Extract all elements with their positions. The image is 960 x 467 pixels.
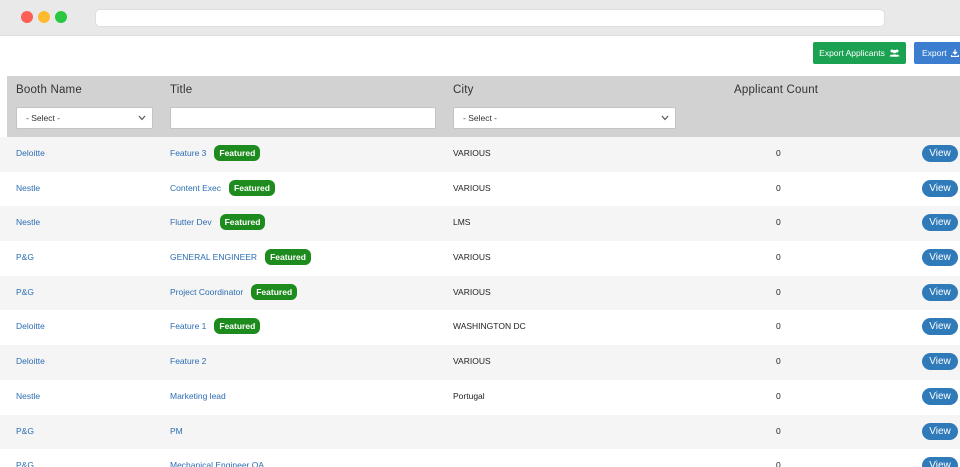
browser-chrome: [0, 0, 960, 36]
chevron-down-icon: [138, 115, 146, 121]
city-cell: WASHINGTON DC: [453, 321, 526, 332]
chevron-down-icon: [661, 115, 669, 121]
table-row: Nestle Content Exec Featured VARIOUS 0 View: [0, 171, 960, 207]
applicant-count-cell: 0: [776, 390, 781, 401]
city-filter-value: - Select -: [463, 113, 498, 123]
title-cell: Marketing lead: [170, 387, 226, 405]
maximize-window-icon[interactable]: [55, 11, 67, 23]
table-row: Deloitte Feature 2 VARIOUS 0 View: [0, 345, 960, 380]
title-cell: Feature 3 Featured: [170, 144, 261, 162]
applicant-count-cell: 0: [776, 425, 781, 436]
booth-name-link[interactable]: Nestle: [16, 391, 40, 401]
table-row: Deloitte Feature 3 Featured VARIOUS 0 View: [0, 137, 960, 172]
view-button[interactable]: View: [922, 283, 958, 301]
booth-filter-value: - Select -: [26, 113, 61, 123]
job-title-link[interactable]: PM: [170, 426, 183, 436]
booth-name-link[interactable]: P&G: [16, 252, 34, 262]
job-title-link[interactable]: Marketing lead: [170, 391, 226, 401]
featured-badge: Featured: [219, 214, 266, 231]
title-cell: PM: [170, 422, 183, 440]
applicant-count-cell: 0: [776, 182, 781, 193]
job-title-link[interactable]: Flutter Dev: [170, 217, 212, 227]
city-cell: VARIOUS: [453, 182, 491, 193]
featured-badge: Featured: [251, 283, 298, 300]
view-button[interactable]: View: [922, 387, 958, 405]
view-button[interactable]: View: [922, 318, 958, 336]
featured-badge: Featured: [265, 249, 311, 266]
booth-name-link[interactable]: Deloitte: [16, 321, 45, 331]
title-cell: Flutter Dev Featured: [170, 213, 266, 231]
table-row: Nestle Flutter Dev Featured LMS 0 View: [0, 206, 960, 242]
applicant-count-cell: 0: [776, 356, 781, 367]
title-cell: Feature 2: [170, 352, 206, 370]
job-title-link[interactable]: Mechanical Engineer QA: [170, 460, 264, 467]
job-title-link[interactable]: Project Coordinator: [170, 287, 243, 297]
job-title-link[interactable]: Content Exec: [170, 183, 221, 193]
export-applicants-button[interactable]: Export Applicants: [813, 42, 906, 64]
download-icon: [950, 49, 959, 57]
table-row: P&G Mechanical Engineer QA 0 View: [0, 449, 960, 467]
table-body: Deloitte Feature 3 Featured VARIOUS 0 View Nes…: [0, 137, 960, 467]
job-title-link[interactable]: Feature 1: [170, 321, 206, 331]
applicant-count-cell: 0: [776, 252, 781, 263]
job-title-link[interactable]: Feature 2: [170, 356, 206, 366]
applicant-count-cell: 0: [776, 217, 781, 228]
booth-filter-select[interactable]: - Select -: [16, 107, 153, 129]
applicant-count-cell: 0: [776, 321, 781, 332]
city-cell: LMS: [453, 217, 471, 228]
booth-name-link[interactable]: Deloitte: [16, 148, 45, 158]
table-row: P&G Project Coordinator Featured VARIOUS 0 Vi…: [0, 275, 960, 311]
booth-name-link[interactable]: P&G: [16, 460, 34, 467]
city-cell: VARIOUS: [453, 252, 491, 263]
booth-name-link[interactable]: P&G: [16, 426, 34, 436]
table-header: Booth Name Title City Applicant Count - …: [7, 76, 960, 137]
header-applicant-count[interactable]: Applicant Count: [734, 84, 818, 96]
header-title[interactable]: Title: [170, 84, 192, 96]
table-row: P&G PM 0 View: [0, 414, 960, 450]
view-button[interactable]: View: [922, 249, 958, 267]
view-button[interactable]: View: [922, 179, 958, 197]
title-filter-input[interactable]: [170, 107, 436, 129]
table-row: Nestle Marketing lead Portugal 0 View: [0, 379, 960, 415]
close-window-icon[interactable]: [21, 11, 33, 23]
view-button[interactable]: View: [922, 457, 958, 467]
booth-name-link[interactable]: Deloitte: [16, 356, 45, 366]
city-cell: VARIOUS: [453, 286, 491, 297]
users-icon: [889, 49, 900, 57]
title-cell: Content Exec Featured: [170, 179, 275, 197]
export-button[interactable]: Export: [914, 42, 960, 64]
view-button[interactable]: View: [922, 145, 958, 162]
booth-name-link[interactable]: Nestle: [16, 183, 40, 193]
address-bar[interactable]: [95, 9, 885, 27]
export-label: Export: [922, 48, 947, 58]
applicant-count-cell: 0: [776, 460, 781, 467]
city-filter-select[interactable]: - Select -: [453, 107, 676, 129]
table-row: Deloitte Feature 1 Featured WASHINGTON DC 0 V…: [0, 310, 960, 346]
header-city[interactable]: City: [453, 84, 474, 96]
header-booth-name[interactable]: Booth Name: [16, 84, 82, 96]
booth-name-link[interactable]: P&G: [16, 287, 34, 297]
title-cell: GENERAL ENGINEER Featured: [170, 248, 311, 266]
job-title-link[interactable]: Feature 3: [170, 148, 206, 158]
city-cell: Portugal: [453, 390, 485, 401]
title-cell: Feature 1 Featured: [170, 317, 261, 335]
minimize-window-icon[interactable]: [38, 11, 50, 23]
featured-badge: Featured: [214, 318, 261, 335]
title-cell: Project Coordinator Featured: [170, 283, 298, 301]
applicant-count-cell: 0: [776, 148, 781, 158]
view-button[interactable]: View: [922, 214, 958, 232]
booth-name-link[interactable]: Nestle: [16, 217, 40, 227]
job-title-link[interactable]: GENERAL ENGINEER: [170, 252, 257, 262]
export-applicants-label: Export Applicants: [819, 48, 885, 58]
featured-badge: Featured: [229, 179, 275, 196]
city-cell: VARIOUS: [453, 148, 491, 158]
applicant-count-cell: 0: [776, 286, 781, 297]
featured-badge: Featured: [214, 145, 261, 161]
table-row: P&G GENERAL ENGINEER Featured VARIOUS 0 View: [0, 241, 960, 276]
browser-window: Export Applicants Export Booth Name Titl…: [0, 0, 960, 467]
view-button[interactable]: View: [922, 422, 958, 440]
title-cell: Mechanical Engineer QA: [170, 456, 264, 467]
view-button[interactable]: View: [922, 353, 958, 371]
city-cell: VARIOUS: [453, 356, 491, 367]
